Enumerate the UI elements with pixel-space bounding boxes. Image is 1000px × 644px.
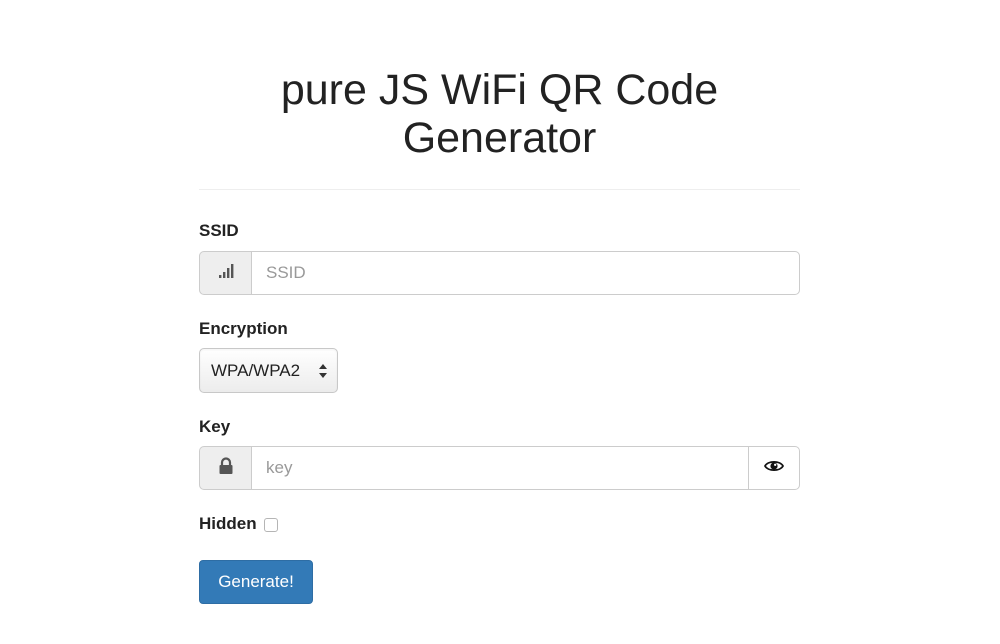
- encryption-selected-value: WPA/WPA2: [211, 360, 301, 380]
- encryption-label: Encryption: [199, 319, 288, 338]
- toggle-key-visibility-button[interactable]: [748, 446, 800, 490]
- key-input-group: [199, 446, 800, 490]
- key-addon: [199, 446, 251, 490]
- hidden-row: Hidden: [199, 514, 278, 534]
- generate-button[interactable]: Generate!: [199, 560, 313, 604]
- ssid-input[interactable]: [251, 251, 800, 295]
- title-divider: [199, 189, 800, 190]
- ssid-addon: [199, 251, 251, 295]
- signal-icon: [218, 263, 234, 284]
- hidden-checkbox[interactable]: [263, 518, 278, 532]
- key-input[interactable]: [251, 446, 748, 490]
- page-title-line-1: pure JS WiFi QR Code: [280, 66, 719, 114]
- key-label: Key: [199, 417, 231, 436]
- eye-icon: [763, 459, 785, 478]
- lock-icon: [218, 456, 234, 480]
- ssid-input-group: [199, 251, 800, 295]
- page-title-line-2: Generator: [402, 114, 597, 162]
- select-arrows-icon: [318, 362, 328, 380]
- ssid-label: SSID: [199, 221, 239, 240]
- page-title: pure JS WiFi QR Code Generator: [199, 66, 800, 162]
- encryption-select[interactable]: WPA/WPA2: [199, 348, 338, 393]
- hidden-label: Hidden: [199, 514, 257, 533]
